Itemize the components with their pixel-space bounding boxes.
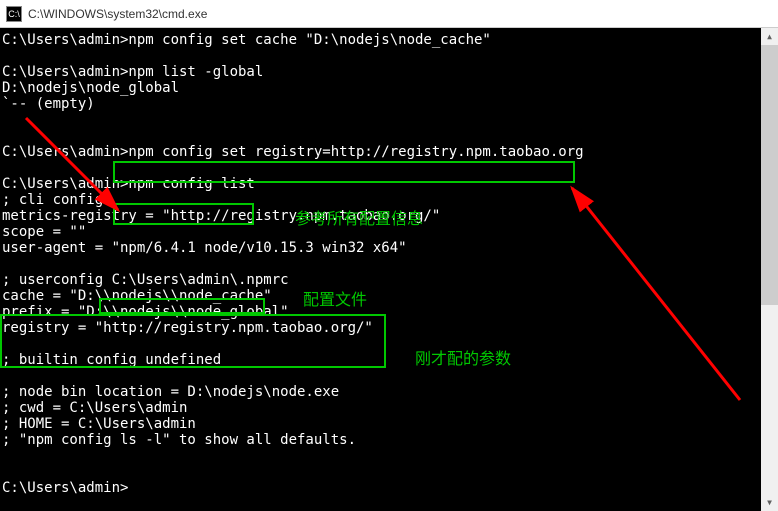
annotation-all-config: 参考所有配置信息 <box>295 205 423 229</box>
cmd-icon: C:\ <box>6 6 22 22</box>
terminal-output[interactable]: C:\Users\admin>npm config set cache "D:\… <box>0 28 778 500</box>
scroll-up-button[interactable]: ▲ <box>761 28 778 45</box>
scroll-track[interactable] <box>761 45 778 494</box>
scroll-down-button[interactable]: ▼ <box>761 494 778 511</box>
window-titlebar[interactable]: C:\ C:\WINDOWS\system32\cmd.exe <box>0 0 778 28</box>
annotation-config-file: 配置文件 <box>303 286 367 310</box>
vertical-scrollbar[interactable]: ▲ ▼ <box>761 28 778 511</box>
window-title: C:\WINDOWS\system32\cmd.exe <box>28 7 207 21</box>
annotation-just-set: 刚才配的参数 <box>415 345 511 369</box>
scroll-thumb[interactable] <box>761 45 778 305</box>
